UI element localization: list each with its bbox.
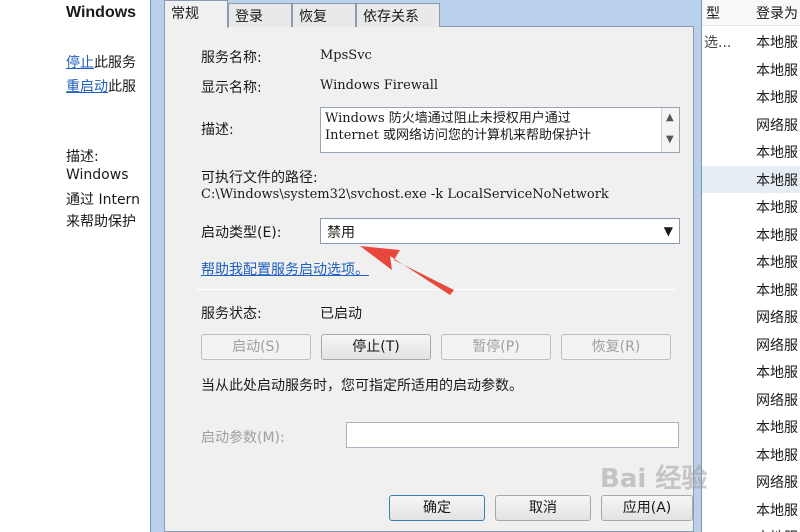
ok-button[interactable]: 确定 — [389, 495, 485, 521]
services-list-header: 型 登录为 — [700, 0, 800, 26]
tab-logon[interactable]: 登录 — [228, 3, 292, 27]
service-row[interactable]: 网络服 — [700, 331, 800, 358]
service-row-logon: 网络服 — [756, 475, 798, 491]
service-status-label: 服务状态: — [201, 306, 262, 322]
service-row-logon: 网络服 — [756, 310, 798, 326]
service-row-logon: 本地服 — [756, 200, 798, 216]
desc-line: Windows — [66, 167, 129, 183]
cancel-button[interactable]: 取消 — [495, 495, 591, 521]
service-row-logon: 本地服 — [756, 282, 798, 299]
service-row-logon: 网络服 — [756, 392, 798, 409]
scroll-up-icon[interactable]: ▲ — [666, 112, 674, 123]
service-row[interactable]: 本地服 — [700, 413, 800, 440]
service-name-value: MpsSvc — [320, 48, 372, 63]
column-header-logon[interactable]: 登录为 — [756, 3, 798, 23]
start-params-label: 启动参数(M): — [201, 430, 285, 446]
service-title: Windows — [66, 4, 137, 21]
tab-recovery[interactable]: 恢复 — [292, 3, 356, 27]
service-row[interactable]: 网络服 — [700, 386, 800, 413]
start-button[interactable]: 启动(S) — [201, 334, 311, 360]
service-row[interactable]: 网络服 — [700, 111, 800, 138]
service-row-logon: 本地服 — [756, 62, 798, 79]
service-row[interactable]: 本地服 — [700, 193, 800, 220]
services-detail-pane: Windows 停止此服务 重启动此服 描述: Windows 通过 Inter… — [0, 0, 150, 532]
services-list: 型 登录为 选... 本地服 本地服 本地服 网络服 本地服 本地服 本地服 本地服 本地服 本地服… — [700, 0, 800, 532]
service-row[interactable]: 本地服 — [700, 441, 800, 468]
service-row-logon: 本地服 — [756, 35, 798, 51]
service-row-logon: 本地服 — [756, 420, 798, 436]
service-row-logon: 本地服 — [756, 502, 798, 519]
restart-service-link-row: 重启动此服 — [66, 76, 136, 96]
startup-type-value: 禁用 — [327, 225, 355, 241]
service-row-logon: 本地服 — [756, 145, 798, 161]
service-row-logon: 本地服 — [756, 227, 798, 244]
stop-button[interactable]: 停止(T) — [321, 334, 431, 360]
service-row[interactable]: 网络服 — [700, 468, 800, 495]
service-row-logon: 本地服 — [756, 527, 798, 532]
description-scrollbar[interactable]: ▲ ▼ — [661, 108, 679, 152]
chevron-down-icon: ▼ — [663, 224, 673, 238]
startup-type-label: 启动类型(E): — [201, 225, 282, 241]
service-row[interactable]: 本地服 — [700, 523, 800, 532]
display-name-label: 显示名称: — [201, 80, 262, 96]
description-box[interactable]: Windows 防火墙通过阻止未授权用户通过 Internet 或网络访问您的计… — [320, 107, 680, 153]
service-row[interactable]: 本地服 — [700, 221, 800, 248]
service-row-logon: 本地服 — [756, 255, 798, 271]
service-row[interactable]: 本地服 — [700, 276, 800, 303]
stop-service-link-row: 停止此服务 — [66, 52, 136, 72]
service-row-type: 选... — [704, 35, 732, 51]
annotation-arrow-icon — [360, 246, 454, 295]
desc-line: 来帮助保护 — [66, 214, 136, 230]
tab-general[interactable]: 常规 — [164, 0, 228, 28]
startup-help-link[interactable]: 帮助我配置服务启动选项。 — [201, 259, 369, 279]
service-row-logon: 本地服 — [756, 447, 798, 464]
service-row[interactable]: 本地服 — [700, 358, 800, 385]
stop-service-link[interactable]: 停止 — [66, 55, 94, 71]
start-params-hint: 当从此处启动服务时，您可指定所适用的启动参数。 — [201, 378, 523, 394]
resume-button[interactable]: 恢复(R) — [561, 334, 671, 360]
description-label: 描述: — [201, 122, 234, 138]
service-row[interactable]: 本地服 — [700, 165, 800, 193]
service-row-logon: 网络服 — [756, 117, 798, 134]
executable-path-label: 可执行文件的路径: — [201, 170, 318, 186]
scroll-down-icon[interactable]: ▼ — [666, 134, 674, 145]
description-text: Windows 防火墙通过阻止未授权用户通过 Internet 或网络访问您的计… — [325, 111, 592, 143]
desc-heading: 描述: — [66, 149, 99, 165]
service-row[interactable]: 本地服 — [700, 83, 800, 110]
display-name-value: Windows Firewall — [320, 78, 439, 93]
watermark: Bai 经验 — [600, 464, 708, 494]
service-row-logon: 本地服 — [756, 90, 798, 106]
service-row[interactable]: 本地服 — [700, 56, 800, 83]
service-row[interactable]: 选... 本地服 — [700, 28, 800, 55]
restart-service-suffix: 此服 — [108, 79, 136, 95]
column-header-type[interactable]: 型 — [706, 3, 720, 23]
apply-button[interactable]: 应用(A) — [601, 495, 693, 521]
service-row-logon: 本地服 — [756, 172, 798, 189]
service-row[interactable]: 本地服 — [700, 248, 800, 275]
service-row[interactable]: 本地服 — [700, 496, 800, 523]
service-status-value: 已启动 — [320, 306, 362, 322]
service-row[interactable]: 本地服 — [700, 138, 800, 165]
tab-dependencies[interactable]: 依存关系 — [356, 3, 440, 27]
service-row[interactable]: 网络服 — [700, 303, 800, 330]
desc-line: 通过 Intern — [66, 192, 140, 208]
service-row-logon: 本地服 — [756, 365, 798, 381]
pause-button[interactable]: 暂停(P) — [441, 334, 551, 360]
start-params-input[interactable] — [346, 422, 679, 448]
stop-service-suffix: 此服务 — [94, 55, 136, 71]
executable-path-value: C:\Windows\system32\svchost.exe -k Local… — [201, 187, 609, 202]
restart-service-link[interactable]: 重启动 — [66, 79, 108, 95]
service-row-logon: 网络服 — [756, 337, 798, 354]
service-name-label: 服务名称: — [201, 50, 262, 66]
